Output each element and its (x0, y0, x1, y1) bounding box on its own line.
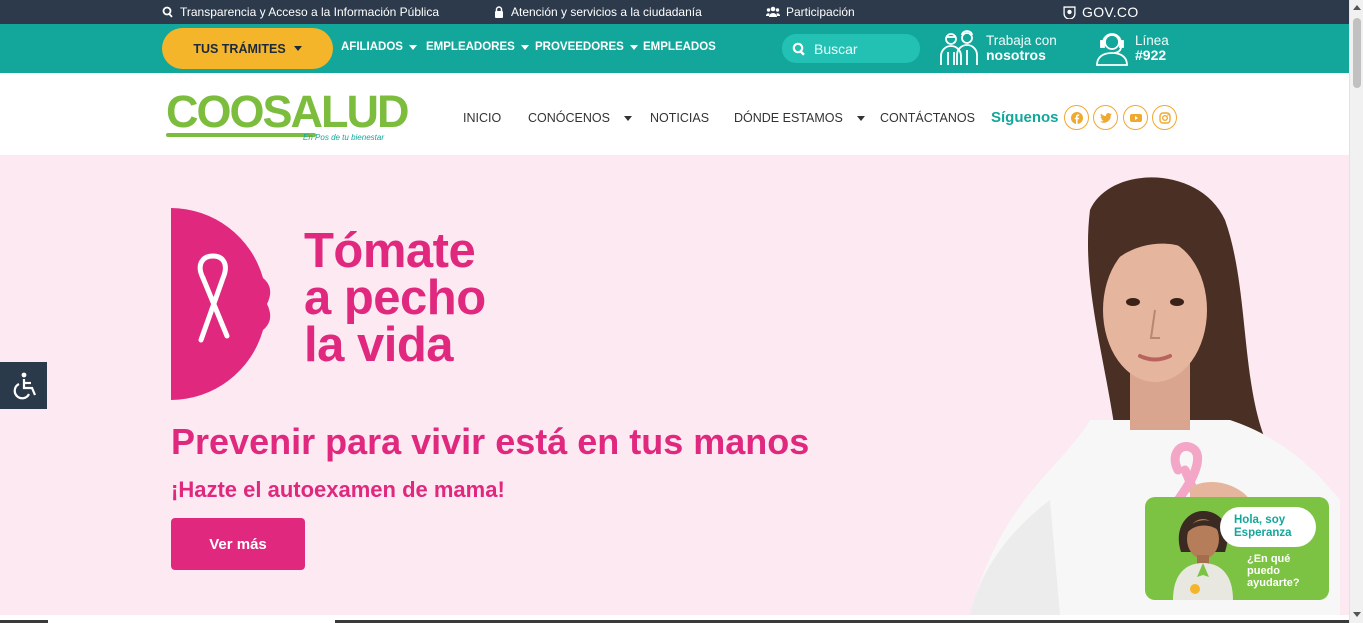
linea-line1: Línea (1135, 33, 1169, 48)
main-header: COOSALUD En Pos de tu bienestar INICIO C… (0, 73, 1349, 155)
secondary-nav: TUS TRÁMITES AFILIADOS EMPLEADORES PROVE… (0, 24, 1349, 73)
headset-icon (1096, 33, 1128, 66)
chat-greeting-bubble: Hola, soy Esperanza (1220, 507, 1316, 547)
coosalud-logo[interactable]: COOSALUD En Pos de tu bienestar (166, 86, 410, 143)
youtube-button[interactable] (1123, 105, 1148, 130)
trabaja-line1: Trabaja con (986, 33, 1057, 48)
shield-icon (1063, 5, 1076, 19)
instagram-icon (1158, 111, 1171, 124)
hero-title-line2: a pecho (304, 271, 486, 325)
nav-proveedores-label: PROVEEDORES (535, 41, 624, 53)
nav-conocenos-label: CONÓCENOS (528, 111, 610, 125)
search-box[interactable] (782, 34, 920, 63)
nav-noticias-label: NOTICIAS (650, 111, 710, 125)
chevron-down-icon (629, 44, 638, 50)
scroll-thumb[interactable] (1353, 18, 1361, 88)
linea-922-link[interactable]: Línea #922 (1095, 30, 1169, 66)
hero-title-line1: Tómate (304, 224, 476, 278)
facebook-icon (1070, 111, 1083, 124)
scroll-down-arrow[interactable] (1353, 612, 1361, 617)
nav-noticias[interactable]: NOTICIAS (650, 111, 709, 125)
workers-icon (940, 30, 978, 65)
accessibility-button[interactable] (0, 362, 47, 409)
bottom-strip (0, 615, 1349, 623)
chatbot-widget[interactable]: Hola, soy Esperanza ¿En qué puedo ayudar… (1145, 497, 1329, 600)
nav-inicio-label: INICIO (463, 111, 502, 125)
chat-question-line2: puedo (1247, 565, 1280, 577)
tus-tramites-button[interactable]: TUS TRÁMITES (162, 28, 333, 69)
nav-empleados-label: EMPLEADOS (643, 41, 716, 53)
people-icon (766, 6, 780, 17)
instagram-button[interactable] (1152, 105, 1177, 130)
nav-empleadores-label: EMPLEADORES (426, 41, 515, 53)
search-input[interactable] (814, 40, 914, 57)
nav-contactanos[interactable]: CONTÁCTANOS (880, 111, 975, 125)
chevron-down-icon (408, 44, 417, 50)
logo-swoosh (166, 133, 316, 137)
participacion-link[interactable]: Participación (766, 5, 855, 19)
atencion-link[interactable]: Atención y servicios a la ciudadanía (493, 5, 702, 19)
trabaja-line2: nosotros (986, 47, 1046, 63)
nav-proveedores[interactable]: PROVEEDORES (535, 41, 638, 53)
nav-inicio[interactable]: INICIO (463, 111, 501, 125)
atencion-label: Atención y servicios a la ciudadanía (511, 5, 702, 19)
hero-subtitle-2: ¡Hazte el autoexamen de mama! (171, 477, 505, 502)
lock-icon (495, 6, 503, 18)
chevron-down-icon (520, 44, 529, 50)
youtube-icon (1129, 113, 1142, 122)
gov-co-label: GOV.CO (1082, 4, 1139, 20)
chevron-down-icon (856, 115, 865, 121)
participacion-label: Participación (786, 5, 855, 19)
nav-donde-estamos[interactable]: DÓNDE ESTAMOS (734, 111, 865, 125)
gov-co-link[interactable]: GOV.CO (1063, 4, 1139, 20)
twitter-icon (1099, 112, 1112, 123)
linea-line2: #922 (1135, 47, 1167, 63)
logo-text: COOSALUD (166, 86, 410, 137)
hero-title-line3: la vida (304, 318, 454, 372)
chat-greeting-line2: Esperanza (1234, 527, 1292, 539)
trabaja-con-nosotros-link[interactable]: Trabaja con nosotros (938, 30, 1057, 66)
chat-question-line3: ayudarte? (1247, 577, 1300, 589)
wheelchair-icon (13, 372, 36, 399)
tus-tramites-label: TUS TRÁMITES (193, 41, 286, 56)
chevron-down-icon (293, 46, 302, 51)
gov-top-bar: Transparencia y Acceso a la Información … (0, 0, 1349, 24)
chat-question-line1: ¿En qué (1247, 553, 1291, 565)
search-icon (162, 6, 173, 18)
hero-title: Tómate a pecho la vida (304, 224, 486, 372)
siguenos-label: Síguenos (991, 109, 1059, 126)
ribbon-half-circle (171, 208, 271, 400)
transparencia-label: Transparencia y Acceso a la Información … (180, 5, 440, 19)
facebook-button[interactable] (1064, 105, 1089, 130)
nav-afiliados-label: AFILIADOS (341, 41, 403, 53)
twitter-button[interactable] (1093, 105, 1118, 130)
ver-mas-button[interactable]: Ver más (171, 518, 305, 570)
nav-donde-estamos-label: DÓNDE ESTAMOS (734, 111, 843, 125)
scroll-up-arrow[interactable] (1353, 5, 1361, 10)
nav-empleados[interactable]: EMPLEADOS (643, 41, 716, 53)
vertical-scrollbar[interactable] (1349, 0, 1363, 623)
chat-question: ¿En qué puedo ayudarte? (1247, 553, 1300, 589)
nav-contactanos-label: CONTÁCTANOS (880, 111, 975, 125)
logo-tagline: En Pos de tu bienestar (303, 133, 384, 142)
search-icon (792, 42, 805, 56)
transparencia-link[interactable]: Transparencia y Acceso a la Información … (162, 5, 439, 19)
nav-empleadores[interactable]: EMPLEADORES (426, 41, 529, 53)
chat-greeting-line1: Hola, soy (1234, 514, 1286, 526)
chevron-down-icon (623, 115, 632, 121)
nav-afiliados[interactable]: AFILIADOS (341, 41, 417, 53)
nav-conocenos[interactable]: CONÓCENOS (528, 111, 632, 125)
hero-subtitle: Prevenir para vivir está en tus manos (171, 421, 810, 462)
